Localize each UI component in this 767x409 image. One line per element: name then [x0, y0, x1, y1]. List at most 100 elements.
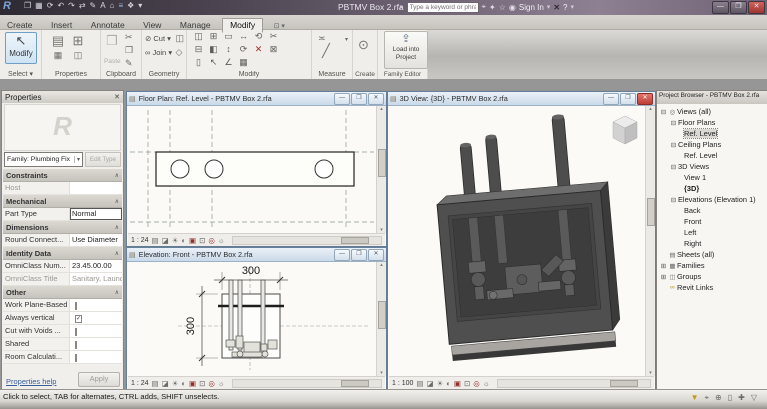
tree-item-revit-links[interactable]: ∞Revit Links: [657, 282, 767, 293]
minimize-button[interactable]: —: [712, 1, 729, 14]
view-cube[interactable]: [613, 116, 637, 144]
tree-item-floor-plans[interactable]: ⊟Floor Plans: [657, 117, 767, 128]
collapse-node-icon[interactable]: ⊟: [659, 108, 668, 116]
scrollbar-thumb[interactable]: [341, 380, 369, 387]
crop-view-icon[interactable]: ▣: [454, 379, 461, 388]
visual-style-icon[interactable]: ◪: [162, 236, 169, 245]
property-row-omniclass-title[interactable]: OmniClass TitleSanitary, Laundry...: [3, 273, 122, 286]
measure-dropdown-icon[interactable]: ▾: [345, 35, 348, 46]
align-icon[interactable]: ↕: [221, 44, 236, 57]
collapse-node-icon[interactable]: ⊟: [669, 119, 678, 127]
property-row-omniclass-number[interactable]: OmniClass Num...23.45.00.00: [3, 260, 122, 273]
save-icon[interactable]: ▦: [35, 1, 43, 10]
collapse-node-icon[interactable]: ⊟: [669, 141, 678, 149]
detail-level-icon[interactable]: ▤: [152, 236, 159, 245]
crop-view-icon[interactable]: ▣: [189, 379, 196, 388]
help-icon[interactable]: ?: [563, 3, 567, 12]
collapse-icon[interactable]: ∧: [115, 224, 119, 231]
collapse-icon[interactable]: ∧: [115, 172, 119, 179]
shadows-icon[interactable]: ◐: [181, 379, 186, 388]
modify-tool-button[interactable]: ↖ Modify: [5, 32, 37, 64]
vertical-scrollbar[interactable]: ▴ ▾: [645, 106, 655, 376]
minimize-button[interactable]: —: [334, 249, 350, 261]
horizontal-scrollbar[interactable]: [232, 236, 382, 245]
show-crop-region-icon[interactable]: ⊡: [199, 236, 205, 245]
load-into-project-button[interactable]: ⇪ Load into Project: [384, 31, 428, 69]
tab-insert[interactable]: Insert: [44, 19, 79, 32]
property-row-host[interactable]: Host: [3, 182, 122, 195]
section-dimensions[interactable]: Dimensions∧: [3, 221, 122, 234]
edit-type-button[interactable]: Edit Type: [85, 152, 121, 167]
tree-item-groups[interactable]: ⊞◫Groups: [657, 271, 767, 282]
tree-item-view-1[interactable]: View 1: [657, 172, 767, 183]
property-row-part-type[interactable]: Part TypeNormal: [3, 208, 122, 221]
properties-help-link[interactable]: Properties help: [6, 377, 56, 386]
show-crop-region-icon[interactable]: ⊡: [464, 379, 470, 388]
multi-select-icon[interactable]: ▦: [236, 57, 251, 70]
offset-icon[interactable]: ⊟: [191, 44, 206, 57]
restore-button[interactable]: ❐: [730, 1, 747, 14]
property-row-round-connector[interactable]: Round Connect...Use Diameter: [3, 234, 122, 247]
scrollbar-thumb[interactable]: [378, 149, 386, 177]
apply-button[interactable]: Apply: [78, 372, 120, 387]
thin-lines-icon[interactable]: ≡: [118, 1, 123, 10]
sun-path-icon[interactable]: ☀: [437, 379, 444, 388]
type-selector-dropdown[interactable]: Family: Plumbing Fix ▾: [4, 152, 83, 167]
tree-item-ceiling-plans[interactable]: ⊟Ceiling Plans: [657, 139, 767, 150]
tree-item-families[interactable]: ⊞▦Families: [657, 260, 767, 271]
tree-item-left[interactable]: Left: [657, 227, 767, 238]
floor-plan-canvas[interactable]: [128, 106, 377, 233]
type-selector-arrow-icon[interactable]: ▾: [74, 156, 80, 163]
selection-filter-icon[interactable]: ▽: [751, 393, 757, 403]
scale-button[interactable]: 1 : 24: [131, 237, 149, 244]
qat-dropdown-icon[interactable]: ▾: [138, 1, 142, 10]
properties-close-icon[interactable]: ✕: [114, 93, 120, 101]
temporary-hide-isolate-icon[interactable]: ◎: [473, 379, 480, 388]
clipboard-copy-icon[interactable]: ❐: [125, 45, 133, 56]
transfer-icon[interactable]: ⇄: [79, 1, 86, 10]
tree-item-front[interactable]: Front: [657, 216, 767, 227]
property-row-shared[interactable]: Shared: [3, 338, 122, 351]
checkbox-checked[interactable]: ✓: [75, 315, 82, 323]
tree-item-3d-views[interactable]: ⊟3D Views: [657, 161, 767, 172]
angle-icon[interactable]: ∠: [221, 57, 236, 70]
reveal-hidden-elements-icon[interactable]: ☼: [218, 236, 225, 245]
detail-level-icon[interactable]: ▤: [416, 379, 423, 388]
crop-view-icon[interactable]: ▣: [189, 236, 196, 245]
sign-in-button[interactable]: Sign In: [519, 3, 544, 12]
restore-button[interactable]: ❐: [351, 93, 367, 105]
tree-item-right[interactable]: Right: [657, 238, 767, 249]
match-type-icon[interactable]: ✎: [125, 58, 133, 69]
dimension-vertical[interactable]: 300: [185, 317, 197, 335]
close-button[interactable]: ✕: [368, 249, 384, 261]
tab-manage[interactable]: Manage: [173, 19, 218, 32]
scrollbar-thumb[interactable]: [341, 237, 369, 244]
beam-cope-icon[interactable]: ◫: [175, 33, 184, 44]
sign-in-person-icon[interactable]: ◉: [509, 3, 516, 12]
exchange-apps-icon[interactable]: ✕: [553, 3, 560, 12]
create-similar-icon[interactable]: ⊙: [358, 37, 369, 53]
unpin-icon[interactable]: ▯: [191, 57, 206, 70]
tree-item-ref-level[interactable]: Ref. Level: [657, 128, 767, 139]
scroll-up-icon[interactable]: ▴: [377, 106, 386, 112]
section-identity-data[interactable]: Identity Data∧: [3, 247, 122, 260]
visual-style-icon[interactable]: ◪: [162, 379, 169, 388]
tree-item-sheets[interactable]: ▤Sheets (all): [657, 249, 767, 260]
copy-icon[interactable]: ⟳: [236, 44, 251, 57]
paste-icon[interactable]: ❒: [106, 33, 118, 48]
favorites-icon[interactable]: ☆: [499, 3, 506, 12]
scale-button[interactable]: 1 : 24: [131, 380, 149, 387]
expand-node-icon[interactable]: ⊞: [659, 262, 668, 270]
press-drag-icon[interactable]: ✚: [738, 393, 745, 403]
search-input[interactable]: [407, 2, 479, 13]
checkbox[interactable]: [75, 354, 77, 362]
mirror-icon[interactable]: ◫: [191, 31, 206, 44]
measure-ruler-icon[interactable]: ╱: [322, 43, 330, 59]
minimize-button[interactable]: —: [603, 93, 619, 105]
redo-icon[interactable]: ↷: [68, 1, 75, 10]
tab-view[interactable]: View: [136, 19, 168, 32]
delete-icon[interactable]: ✕: [251, 44, 266, 57]
checkbox[interactable]: [75, 341, 77, 349]
project-browser-header[interactable]: Project Browser - PBTMV Box 2.rfa: [657, 91, 767, 104]
property-row-always-vertical[interactable]: Always vertical✓: [3, 312, 122, 325]
